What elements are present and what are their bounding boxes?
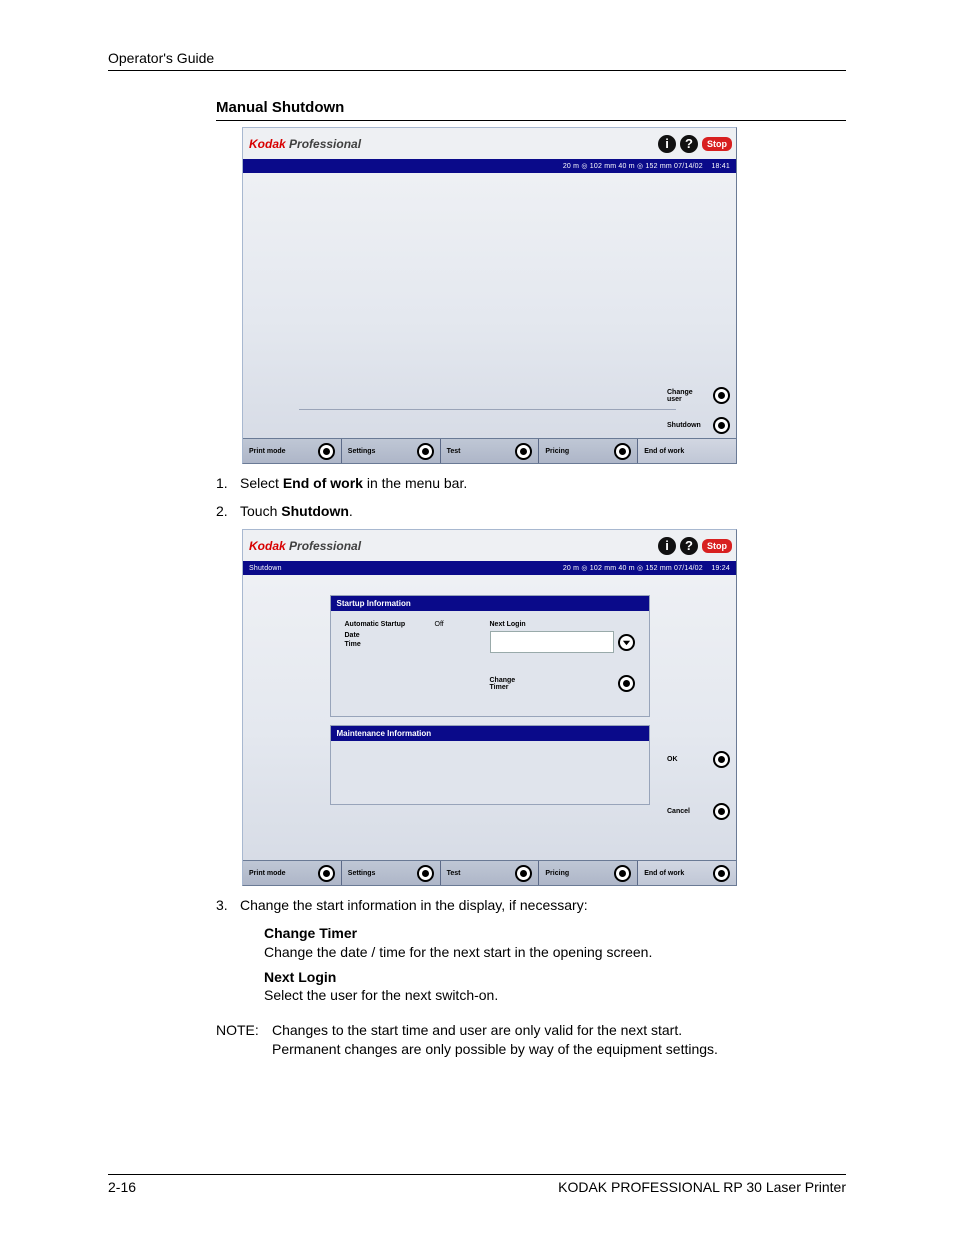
subhead-change-timer: Change Timer xyxy=(264,924,846,943)
section-title: Manual Shutdown xyxy=(216,99,846,121)
menu-end-of-work[interactable]: End of work xyxy=(638,439,736,463)
menu-print-mode[interactable]: Print mode xyxy=(243,861,342,885)
radio-icon xyxy=(618,675,635,692)
screenshot-shutdown-dialog: Kodak Professional i ? Stop Shutdown 20 … xyxy=(242,529,737,886)
menu-bar: Print mode Settings Test Pricing End of … xyxy=(243,438,736,463)
page-number: 2-16 xyxy=(108,1179,136,1195)
page-header: Operator's Guide xyxy=(108,50,846,71)
change-user-button[interactable]: Change user xyxy=(667,387,730,404)
label-time: Time xyxy=(345,641,435,648)
status-media: 20 m ◎ 102 mm 40 m ◎ 152 mm 07/14/02 xyxy=(563,163,703,170)
status-bar: 20 m ◎ 102 mm 40 m ◎ 152 mm 07/14/02 18:… xyxy=(243,159,736,173)
label-date: Date xyxy=(345,632,435,639)
radio-icon xyxy=(515,443,532,460)
help-icon[interactable]: ? xyxy=(680,537,698,555)
status-time: 18:41 xyxy=(711,163,730,170)
menu-test[interactable]: Test xyxy=(441,439,540,463)
subtext-change-timer: Change the date / time for the next star… xyxy=(264,943,846,962)
radio-icon xyxy=(417,443,434,460)
menu-settings[interactable]: Settings xyxy=(342,439,441,463)
info-icon[interactable]: i xyxy=(658,537,676,555)
subhead-next-login: Next Login xyxy=(264,968,846,987)
status-bar: Shutdown 20 m ◎ 102 mm 40 m ◎ 152 mm 07/… xyxy=(243,561,736,575)
main-area: Change user Shutdown xyxy=(243,173,736,438)
step-3: 3. Change the start information in the d… xyxy=(216,896,846,916)
screenshot-end-of-work: Kodak Professional i ? Stop 20 m ◎ 102 m… xyxy=(242,127,737,464)
menu-settings[interactable]: Settings xyxy=(342,861,441,885)
radio-icon xyxy=(713,417,730,434)
radio-icon xyxy=(713,387,730,404)
menu-end-of-work[interactable]: End of work xyxy=(638,861,736,885)
step-2: 2. Touch Shutdown. xyxy=(216,502,846,522)
main-area: Startup Information Automatic Startup Da… xyxy=(243,575,736,860)
change-timer-button[interactable]: Change Timer xyxy=(490,677,525,691)
cancel-button[interactable]: Cancel xyxy=(667,803,730,820)
stop-button[interactable]: Stop xyxy=(702,137,732,151)
startup-info-panel: Startup Information Automatic Startup Da… xyxy=(330,595,650,717)
page-footer: 2-16 KODAK PROFESSIONAL RP 30 Laser Prin… xyxy=(108,1174,846,1195)
menu-bar: Print mode Settings Test Pricing End of … xyxy=(243,860,736,885)
product-name: KODAK PROFESSIONAL RP 30 Laser Printer xyxy=(558,1179,846,1195)
menu-pricing[interactable]: Pricing xyxy=(539,439,638,463)
dropdown-icon[interactable] xyxy=(618,634,635,651)
brand-professional: Professional xyxy=(286,137,361,151)
app-topbar: Kodak Professional i ? Stop xyxy=(243,128,736,159)
panel-title: Maintenance Information xyxy=(331,726,649,741)
status-media: 20 m ◎ 102 mm 40 m ◎ 152 mm 07/14/02 xyxy=(563,565,703,572)
panel-title: Startup Information xyxy=(331,596,649,611)
radio-icon xyxy=(614,443,631,460)
status-time: 19:24 xyxy=(711,565,730,572)
brand-kodak: Kodak xyxy=(249,137,286,151)
radio-icon xyxy=(713,803,730,820)
subtext-next-login: Select the user for the next switch-on. xyxy=(264,986,846,1005)
radio-icon xyxy=(515,865,532,882)
help-icon[interactable]: ? xyxy=(680,135,698,153)
radio-icon xyxy=(318,443,335,460)
next-login-field[interactable] xyxy=(490,631,614,653)
brand-logo: Kodak Professional xyxy=(249,539,361,553)
radio-icon xyxy=(713,865,730,882)
label-next-login: Next Login xyxy=(490,621,635,628)
label-automatic-startup: Automatic Startup xyxy=(345,621,435,628)
menu-test[interactable]: Test xyxy=(441,861,540,885)
info-icon[interactable]: i xyxy=(658,135,676,153)
radio-icon xyxy=(614,865,631,882)
step-1: 1. Select End of work in the menu bar. xyxy=(216,474,846,494)
menu-pricing[interactable]: Pricing xyxy=(539,861,638,885)
value-automatic-startup: Off xyxy=(435,621,490,628)
menu-print-mode[interactable]: Print mode xyxy=(243,439,342,463)
radio-icon xyxy=(417,865,434,882)
note: NOTE: Changes to the start time and user… xyxy=(216,1021,846,1059)
maintenance-info-panel: Maintenance Information xyxy=(330,725,650,805)
radio-icon xyxy=(318,865,335,882)
breadcrumb: Shutdown xyxy=(249,565,563,572)
app-topbar: Kodak Professional i ? Stop xyxy=(243,530,736,561)
stop-button[interactable]: Stop xyxy=(702,539,732,553)
radio-icon xyxy=(713,751,730,768)
ok-button[interactable]: OK xyxy=(667,751,730,768)
shutdown-button[interactable]: Shutdown xyxy=(667,417,730,434)
brand-logo: Kodak Professional xyxy=(249,137,361,151)
